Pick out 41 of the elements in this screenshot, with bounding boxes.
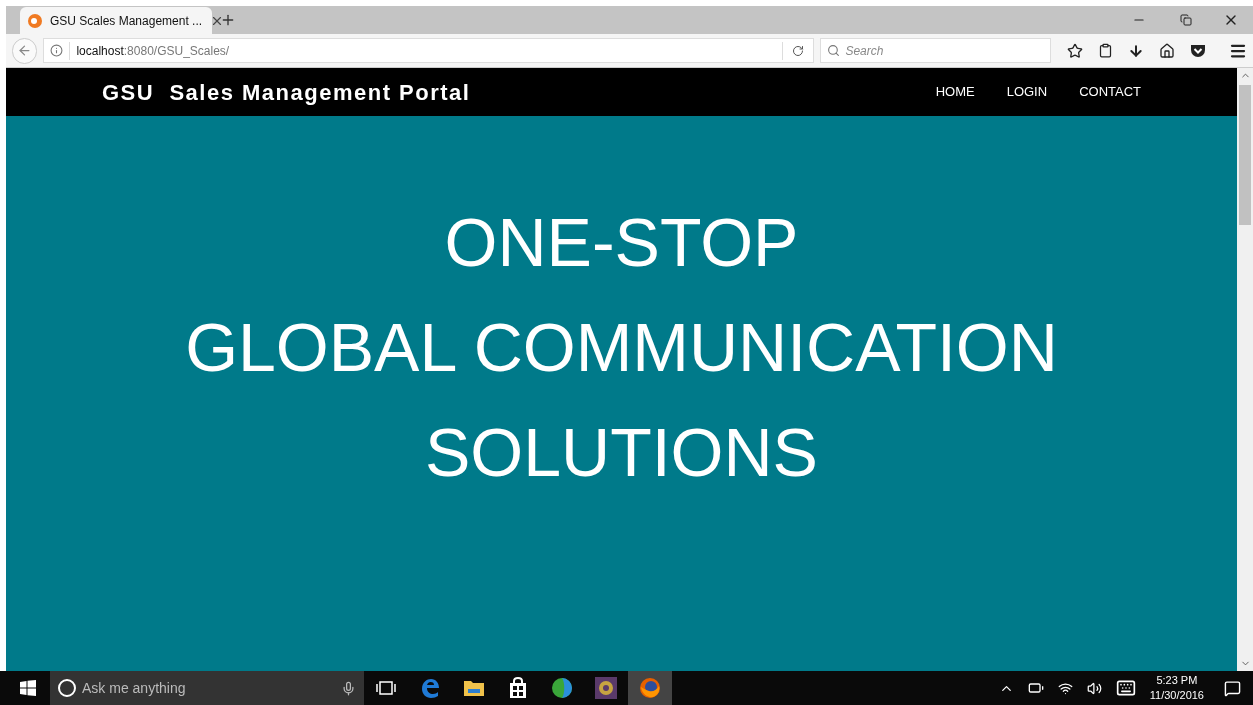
pocket-icon[interactable]	[1190, 43, 1206, 58]
clock-date: 11/30/2016	[1149, 688, 1204, 703]
search-icon	[827, 44, 841, 57]
hero-heading: GLOBAL COMMUNICATION	[185, 308, 1058, 387]
search-field[interactable]: Search	[820, 38, 1051, 63]
windows-logo-icon	[20, 680, 36, 696]
site-title: GSU Sales Management Portal	[102, 78, 471, 107]
scrollbar[interactable]	[1237, 68, 1253, 671]
url-field[interactable]: localhost:8080/GSU_Scales/	[43, 38, 815, 63]
hero-heading: ONE-STOP	[444, 203, 799, 282]
clock-time: 5:23 PM	[1156, 673, 1198, 688]
info-icon[interactable]	[50, 44, 64, 57]
restore-icon[interactable]	[1180, 14, 1192, 26]
notifications-icon[interactable]	[1224, 679, 1241, 697]
star-icon[interactable]	[1067, 42, 1083, 59]
globe-icon	[551, 677, 573, 699]
task-view-icon	[376, 681, 396, 695]
taskbar-search-placeholder: Ask me anything	[82, 678, 187, 698]
nav-link[interactable]: CONTACT	[1079, 82, 1141, 102]
reload-icon[interactable]	[792, 44, 805, 57]
url-text: localhost:8080/GSU_Scales/	[76, 42, 231, 60]
nav-link[interactable]: HOME	[935, 82, 975, 102]
nav-link[interactable]: LOGIN	[1006, 82, 1048, 102]
folder-icon	[463, 678, 485, 698]
keyboard-icon[interactable]	[1115, 678, 1136, 698]
battery-icon[interactable]	[1027, 680, 1044, 696]
search-placeholder: Search	[845, 42, 884, 60]
microphone-icon[interactable]	[341, 680, 356, 696]
wifi-icon[interactable]	[1057, 680, 1073, 696]
back-button[interactable]	[12, 37, 38, 64]
speaker-icon[interactable]	[1086, 680, 1102, 696]
shopping-bag-icon	[508, 677, 528, 699]
new-tab-icon[interactable]	[220, 12, 236, 28]
edge-icon	[419, 677, 441, 699]
taskbar-search-field[interactable]: Ask me anything	[50, 671, 364, 705]
home-icon[interactable]	[1159, 42, 1175, 59]
tab-title: GSU Scales Management ...	[50, 12, 203, 30]
clipboard-icon[interactable]	[1098, 43, 1113, 58]
download-icon[interactable]	[1128, 42, 1144, 59]
hero-heading: SOLUTIONS	[425, 413, 818, 492]
firefox-icon	[639, 677, 661, 699]
